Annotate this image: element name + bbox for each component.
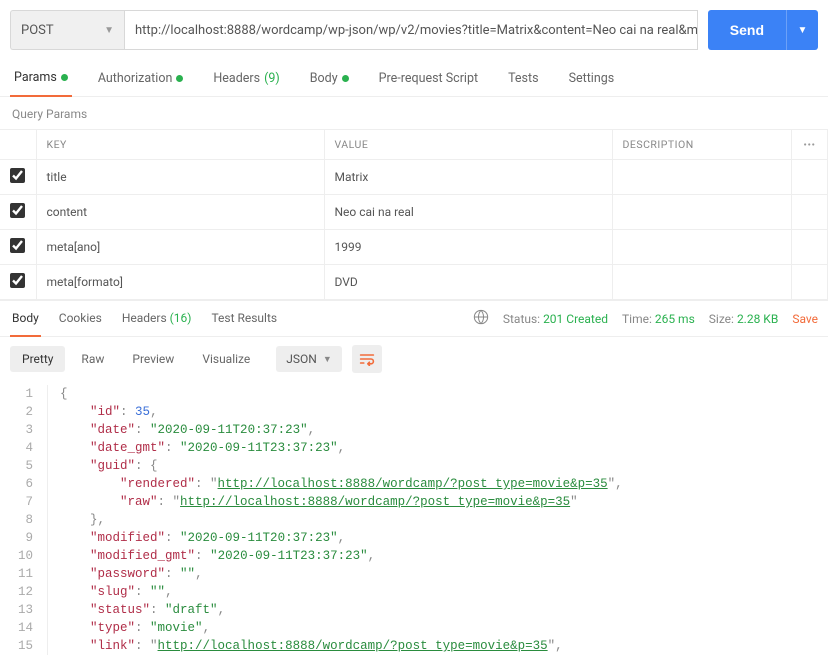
param-row: titleMatrix xyxy=(0,160,828,195)
param-description-cell[interactable] xyxy=(612,265,792,300)
view-mode-visualize[interactable]: Visualize xyxy=(190,346,262,372)
time-meta: Time: 265 ms xyxy=(622,312,695,326)
tab-count: (9) xyxy=(264,71,280,86)
query-params-heading: Query Params xyxy=(0,97,828,129)
line-number: 1 xyxy=(0,385,33,403)
param-key-cell[interactable]: meta[ano] xyxy=(36,230,324,265)
line-number: 14 xyxy=(0,619,33,637)
param-checkbox[interactable] xyxy=(10,238,25,253)
col-value: VALUE xyxy=(324,130,612,160)
request-tab-settings[interactable]: Settings xyxy=(565,61,619,96)
send-button[interactable]: Send xyxy=(708,10,786,50)
request-tab-authorization[interactable]: Authorization xyxy=(94,61,188,96)
code-line: "id": 35, xyxy=(60,403,623,421)
code-line: "raw": "http://localhost:8888/wordcamp/?… xyxy=(60,493,623,511)
code-line: "date_gmt": "2020-09-11T23:37:23", xyxy=(60,439,623,457)
line-number: 11 xyxy=(0,565,33,583)
code-line: "password": "", xyxy=(60,565,623,583)
param-checkbox[interactable] xyxy=(10,203,25,218)
param-description-cell[interactable] xyxy=(612,230,792,265)
view-mode-pretty[interactable]: Pretty xyxy=(10,346,65,372)
code-line: "guid": { xyxy=(60,457,623,475)
param-row: contentNeo cai na real xyxy=(0,195,828,230)
tab-count: (16) xyxy=(170,311,192,325)
request-tab-body[interactable]: Body xyxy=(306,61,353,96)
table-menu-icon[interactable]: ••• xyxy=(792,130,828,160)
send-dropdown-button[interactable]: ▼ xyxy=(786,10,818,50)
param-value-cell[interactable]: DVD xyxy=(324,265,612,300)
url-input[interactable]: http://localhost:8888/wordcamp/wp-json/w… xyxy=(124,10,698,50)
line-number: 12 xyxy=(0,583,33,601)
active-dot-icon xyxy=(61,74,68,81)
response-tab-headers[interactable]: Headers (16) xyxy=(120,301,194,336)
response-tab-body[interactable]: Body xyxy=(10,301,41,337)
line-number: 3 xyxy=(0,421,33,439)
param-description-cell[interactable] xyxy=(612,195,792,230)
line-number: 8 xyxy=(0,511,33,529)
code-line: "link": "http://localhost:8888/wordcamp/… xyxy=(60,637,623,655)
request-tab-headers[interactable]: Headers (9) xyxy=(209,61,283,96)
line-number: 15 xyxy=(0,637,33,655)
http-method-label: POST xyxy=(21,23,54,38)
code-line: { xyxy=(60,385,623,403)
code-line: "rendered": "http://localhost:8888/wordc… xyxy=(60,475,623,493)
param-checkbox[interactable] xyxy=(10,168,25,183)
param-key-cell[interactable]: content xyxy=(36,195,324,230)
line-number: 13 xyxy=(0,601,33,619)
request-tab-tests[interactable]: Tests xyxy=(504,61,542,96)
param-row: meta[ano]1999 xyxy=(0,230,828,265)
chevron-down-icon: ▼ xyxy=(104,25,114,36)
response-tab-cookies[interactable]: Cookies xyxy=(57,301,104,336)
line-number: 9 xyxy=(0,529,33,547)
param-key-cell[interactable]: meta[formato] xyxy=(36,265,324,300)
line-number: 5 xyxy=(0,457,33,475)
status-meta: Status: 201 Created xyxy=(503,312,608,326)
param-checkbox[interactable] xyxy=(10,273,25,288)
globe-icon[interactable] xyxy=(473,309,489,328)
format-select[interactable]: JSON ▼ xyxy=(276,346,341,372)
wrap-lines-button[interactable] xyxy=(352,345,382,373)
line-number: 4 xyxy=(0,439,33,457)
line-number: 7 xyxy=(0,493,33,511)
url-text: http://localhost:8888/wordcamp/wp-json/w… xyxy=(135,23,698,38)
format-label: JSON xyxy=(286,352,317,366)
active-dot-icon xyxy=(342,75,349,82)
http-method-select[interactable]: POST ▼ xyxy=(10,10,124,50)
code-line: "modified": "2020-09-11T20:37:23", xyxy=(60,529,623,547)
size-meta: Size: 2.28 KB xyxy=(709,312,779,326)
param-description-cell[interactable] xyxy=(612,160,792,195)
param-value-cell[interactable]: 1999 xyxy=(324,230,612,265)
request-tab-pre-request-script[interactable]: Pre-request Script xyxy=(375,61,482,96)
code-line: "modified_gmt": "2020-09-11T23:37:23", xyxy=(60,547,623,565)
view-mode-raw[interactable]: Raw xyxy=(69,346,116,372)
param-value-cell[interactable]: Matrix xyxy=(324,160,612,195)
param-value-cell[interactable]: Neo cai na real xyxy=(324,195,612,230)
query-params-table: KEY VALUE DESCRIPTION ••• titleMatrixcon… xyxy=(0,129,828,300)
response-tab-test-results[interactable]: Test Results xyxy=(209,301,279,336)
chevron-down-icon: ▼ xyxy=(323,354,332,365)
active-dot-icon xyxy=(176,75,183,82)
param-key-cell[interactable]: title xyxy=(36,160,324,195)
col-description: DESCRIPTION xyxy=(612,130,792,160)
view-mode-preview[interactable]: Preview xyxy=(120,346,186,372)
line-number: 6 xyxy=(0,475,33,493)
line-number: 2 xyxy=(0,403,33,421)
code-line: "date": "2020-09-11T20:37:23", xyxy=(60,421,623,439)
save-response-button[interactable]: Save xyxy=(792,312,818,326)
line-number: 10 xyxy=(0,547,33,565)
request-tab-params[interactable]: Params xyxy=(10,60,72,97)
code-line: "status": "draft", xyxy=(60,601,623,619)
code-line: "slug": "", xyxy=(60,583,623,601)
col-key: KEY xyxy=(36,130,324,160)
code-line: "type": "movie", xyxy=(60,619,623,637)
param-row: meta[formato]DVD xyxy=(0,265,828,300)
code-line: }, xyxy=(60,511,623,529)
